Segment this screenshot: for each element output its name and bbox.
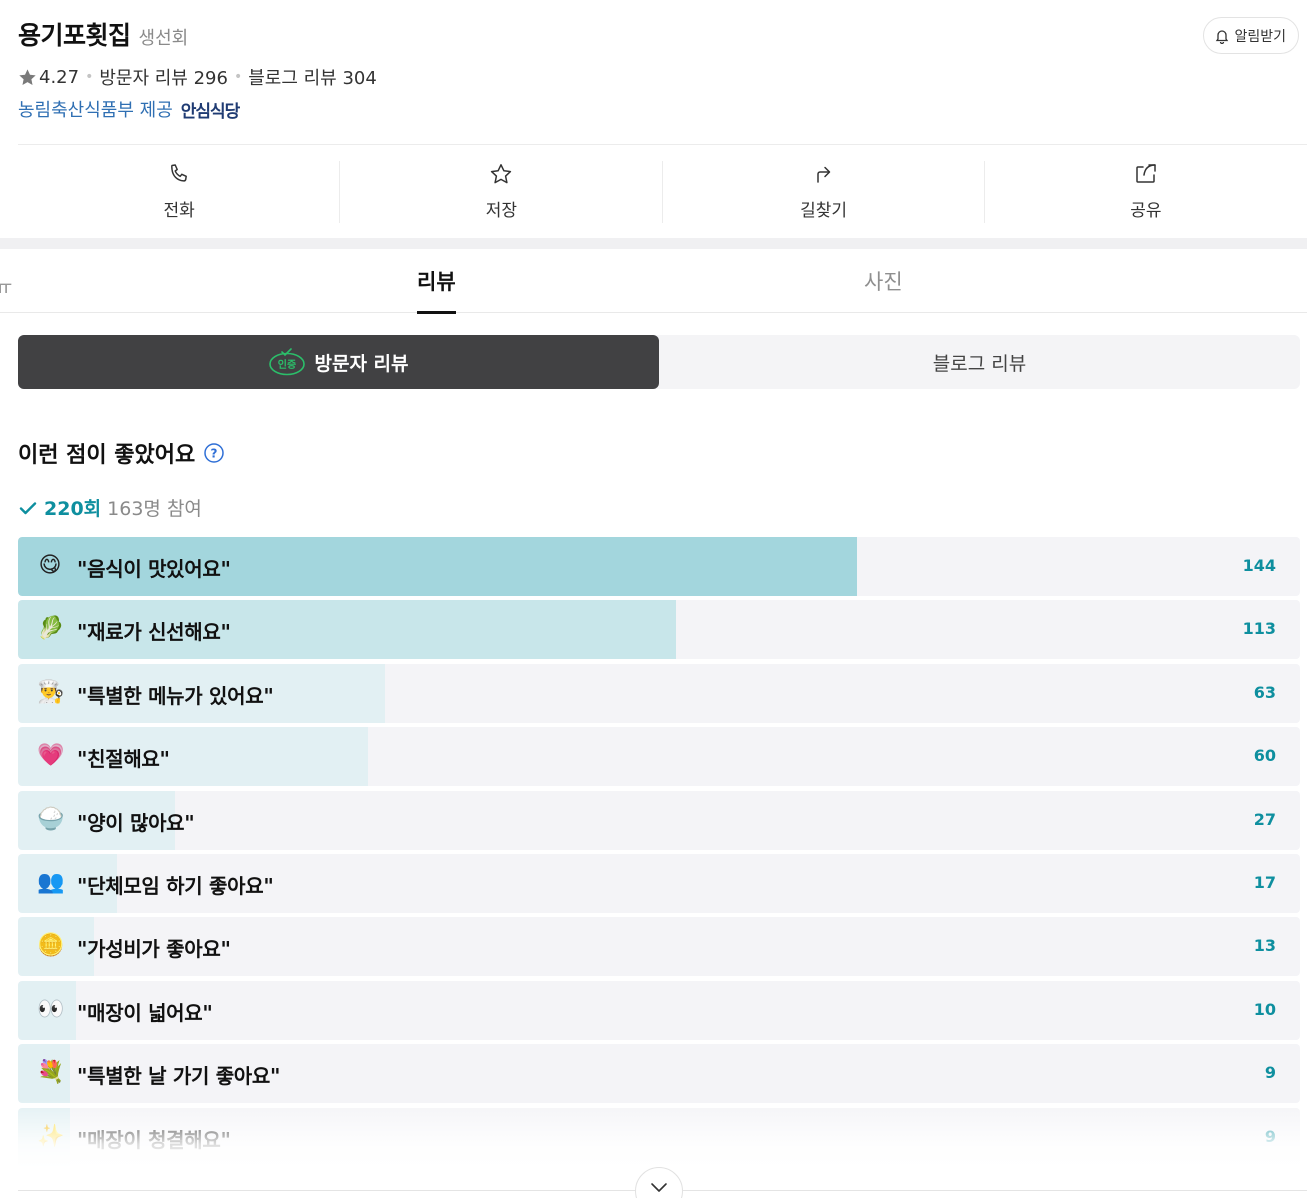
- tab-bar: ㅠ 리뷰 사진: [0, 249, 1307, 314]
- keyword-label: "친절해요": [77, 747, 170, 772]
- tab-photo[interactable]: 사진: [864, 249, 903, 313]
- bouquet-icon: 💐: [37, 1060, 65, 1086]
- keyword-bar: 🍚 "양이 많아요" 27: [18, 790, 1300, 850]
- keyword-count: 63: [1253, 682, 1276, 702]
- meta-row: 4.27 • 방문자 리뷰 296 • 블로그 리뷰 304: [18, 64, 377, 90]
- star-icon: [19, 68, 36, 85]
- heart-icon: 💗: [37, 743, 65, 769]
- keyword-count: 10: [1253, 999, 1276, 1019]
- coin-icon: 🪙: [37, 933, 65, 959]
- section-title-text: 이런 점이 좋았어요: [18, 443, 196, 468]
- rice-bowl-icon: 🍚: [37, 806, 65, 832]
- directions-label: 길찾기: [800, 201, 848, 221]
- call-label: 전화: [163, 201, 195, 221]
- keyword-label: "양이 많아요": [77, 810, 195, 835]
- directions-button[interactable]: 길찾기: [663, 145, 986, 238]
- leaf-icon: 🥬: [37, 616, 65, 642]
- visitor-review-segment[interactable]: 인증 방문자 리뷰: [18, 335, 659, 389]
- check-icon: [19, 501, 37, 514]
- keyword-label: "단체모임 하기 좋아요": [77, 873, 274, 898]
- sparkle-icon: ✨: [37, 1123, 65, 1149]
- keyword-bar: 💐 "특별한 날 가기 좋아요" 9: [18, 1044, 1300, 1104]
- keyword-label: "매장이 청결해요": [77, 1127, 231, 1152]
- keyword-bar: 💗 "친절해요" 60: [18, 727, 1300, 787]
- place-name: 용기포횟집: [18, 21, 131, 50]
- keyword-label: "가성비가 좋아요": [77, 937, 231, 962]
- svg-text:인증: 인증: [278, 358, 296, 371]
- vote-count: 220회: [44, 498, 102, 520]
- vote-count-row: 220회 163명 참여: [18, 494, 202, 521]
- svg-text:?: ?: [211, 447, 218, 461]
- certified-badge-icon: 인증: [269, 348, 306, 376]
- participant-count: 163명 참여: [107, 498, 202, 520]
- separator-dot: •: [233, 69, 243, 85]
- section-separator: [0, 238, 1307, 249]
- keyword-count: 9: [1264, 1063, 1276, 1083]
- share-label: 공유: [1130, 201, 1162, 221]
- keyword-count: 60: [1253, 746, 1276, 766]
- keyword-label: "음식이 맛있어요": [77, 557, 231, 581]
- keyword-bar: 🪙 "가성비가 좋아요" 13: [18, 917, 1300, 977]
- title-row: 용기포횟집 생선회: [18, 16, 188, 52]
- keyword-count: 144: [1242, 556, 1276, 575]
- star-outline-icon: [491, 164, 512, 184]
- direction-arrow-icon: [816, 166, 830, 183]
- separator-dot: •: [85, 69, 94, 85]
- keyword-label: "특별한 메뉴가 있어요": [77, 683, 274, 708]
- certification-row: 농림축산식품부 제공 안심식당: [18, 96, 241, 122]
- visitor-review-count[interactable]: 방문자 리뷰 296: [99, 64, 228, 90]
- keyword-bar: 👀 "매장이 넓어요" 10: [18, 980, 1300, 1040]
- keyword-count: 17: [1253, 872, 1276, 892]
- bell-icon: [1216, 29, 1229, 44]
- keyword-bar: 👥 "단체모임 하기 좋아요" 17: [18, 853, 1300, 913]
- chef-icon: 👨‍🍳: [37, 679, 65, 705]
- place-category: 생선회: [138, 28, 189, 49]
- keyword-bar: 👨‍🍳 "특별한 메뉴가 있어요" 63: [18, 663, 1300, 723]
- keyword-count: 113: [1242, 619, 1276, 639]
- safe-restaurant-badge: 안심식당: [180, 101, 241, 122]
- keyword-bar: ✨ "매장이 청결해요" 9: [18, 1107, 1300, 1167]
- group-icon: 👥: [37, 869, 65, 895]
- action-bar: 전화 저장 길찾기 공유: [18, 145, 1307, 238]
- share-icon: [1136, 164, 1156, 183]
- tab-menu-partial[interactable]: ㅠ: [0, 271, 12, 300]
- keyword-label: "매장이 넓어요": [77, 1000, 213, 1025]
- keyword-bar: 😋 "음식이 맛있어요" 144: [18, 537, 1300, 596]
- keyword-list: 😋 "음식이 맛있어요" 144 🥬 "재료가 신선해요" 113 👨‍🍳 "특별한 메뉴가 …: [18, 537, 1300, 1171]
- chevron-down-icon: [651, 1183, 667, 1192]
- share-button[interactable]: 공유: [985, 145, 1307, 238]
- eyes-icon: 👀: [37, 996, 65, 1022]
- call-button[interactable]: 전화: [18, 145, 341, 238]
- blog-review-label: 블로그 리뷰: [932, 352, 1027, 375]
- keyword-label: "재료가 신선해요": [77, 620, 231, 645]
- keyword-bar-fill: [18, 727, 368, 787]
- save-label: 저장: [485, 201, 518, 221]
- keyword-count: 13: [1253, 936, 1276, 956]
- rating-value: 4.27: [39, 66, 80, 88]
- alarm-label: 알림받기: [1234, 28, 1286, 45]
- phone-icon: [171, 164, 188, 182]
- yummy-face-icon: 😋: [38, 553, 62, 578]
- review-type-toggle: 인증 방문자 리뷰 블로그 리뷰: [18, 335, 1300, 389]
- blog-review-count[interactable]: 블로그 리뷰 304: [248, 64, 377, 90]
- blog-review-segment[interactable]: 블로그 리뷰: [659, 335, 1300, 389]
- keyword-bar: 🥬 "재료가 신선해요" 113: [18, 600, 1300, 660]
- keyword-count: 9: [1264, 1126, 1276, 1146]
- certification-text: 농림축산식품부 제공: [18, 100, 173, 121]
- tab-review[interactable]: 리뷰: [417, 249, 456, 314]
- visitor-review-label: 방문자 리뷰: [314, 352, 409, 375]
- section-title: 이런 점이 좋았어요 ?: [18, 437, 225, 469]
- save-button[interactable]: 저장: [340, 145, 663, 238]
- alarm-button[interactable]: 알림받기: [1203, 17, 1299, 54]
- expand-more-button[interactable]: [635, 1167, 683, 1198]
- keyword-count: 27: [1253, 809, 1276, 829]
- keyword-label: "특별한 날 가기 좋아요": [77, 1064, 281, 1089]
- help-icon[interactable]: ?: [203, 442, 225, 464]
